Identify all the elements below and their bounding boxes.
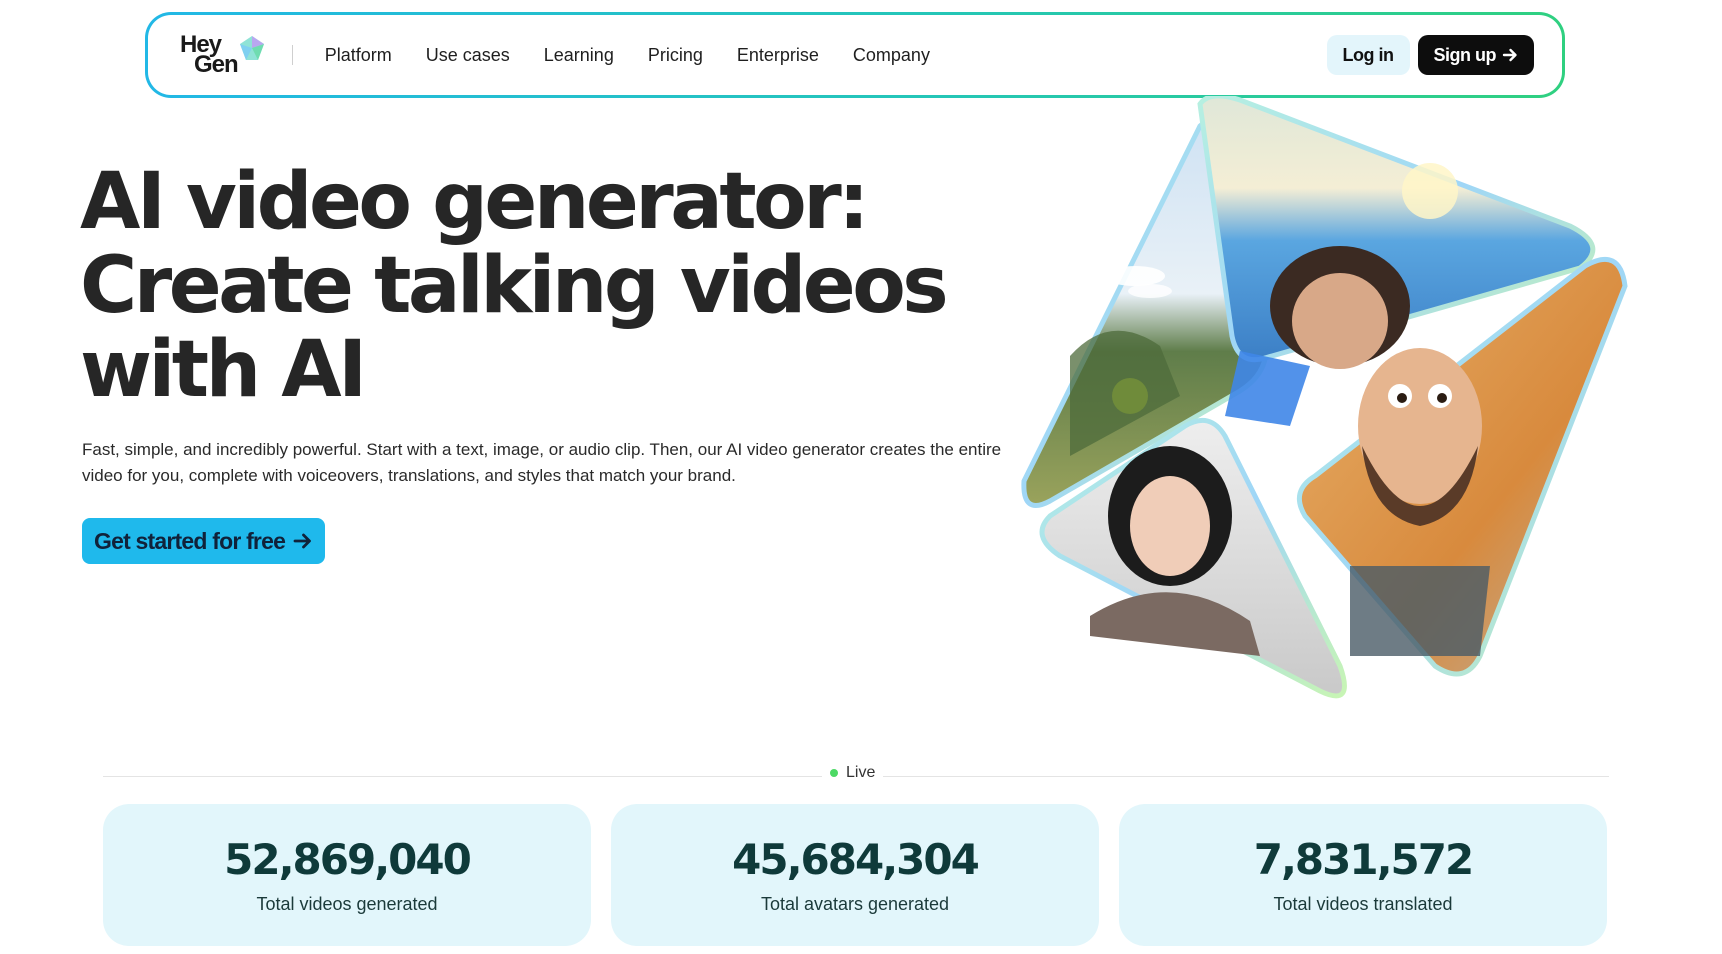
stat-label: Total avatars generated xyxy=(760,894,950,914)
nav-link-pricing[interactable]: Pricing xyxy=(631,45,720,66)
nav-links: Platform Use cases Learning Pricing Ente… xyxy=(325,45,947,66)
stat-value: 52,869,040 xyxy=(224,835,472,884)
hero-title-line-1: AI video generator: xyxy=(80,157,869,247)
login-button[interactable]: Log in xyxy=(1326,35,1410,75)
hero-title-line-2: Create talking videos xyxy=(80,241,949,331)
heygen-logo[interactable]: Hey Gen xyxy=(180,33,266,78)
nav-link-platform[interactable]: Platform xyxy=(325,45,409,66)
nav-link-enterprise[interactable]: Enterprise xyxy=(720,45,836,66)
stat-value: 45,684,304 xyxy=(732,835,980,884)
get-started-button[interactable]: Get started for free xyxy=(82,518,326,564)
signup-button[interactable]: Sign up xyxy=(1417,35,1534,75)
hero-avatar-collage xyxy=(1021,96,1628,699)
logo-gem-icon xyxy=(239,36,264,60)
stat-label: Total videos translated xyxy=(1273,894,1453,914)
nav-link-learning[interactable]: Learning xyxy=(527,45,631,66)
nav-actions: Log in Sign up xyxy=(1326,35,1534,75)
live-dot-icon xyxy=(830,769,838,777)
stat-card-avatars-generated: 45,684,304 Total avatars generated xyxy=(611,804,1099,946)
center-blue-core xyxy=(1225,351,1310,426)
nav-divider xyxy=(291,45,293,65)
stat-card-videos-translated: 7,831,572 Total videos translated xyxy=(1119,804,1607,946)
nav-link-company[interactable]: Company xyxy=(836,45,947,66)
arrow-right-icon xyxy=(293,533,311,549)
stats-row: 52,869,040 Total videos generated 45,684… xyxy=(103,804,1607,946)
live-label: Live xyxy=(846,764,876,781)
hero-title: AI video generator: Create talking video… xyxy=(80,160,980,412)
signup-label: Sign up xyxy=(1433,44,1497,65)
logo-line-2: Gen xyxy=(194,51,239,78)
get-started-label: Get started for free xyxy=(94,527,286,554)
nav-link-use-cases[interactable]: Use cases xyxy=(409,45,527,66)
stat-card-videos-generated: 52,869,040 Total videos generated xyxy=(103,804,591,946)
stat-value: 7,831,572 xyxy=(1253,835,1474,884)
live-indicator: Live xyxy=(822,764,884,782)
top-navigation: Hey Gen Platform Use cases Learning Pric… xyxy=(145,12,1565,98)
hero-subtitle: Fast, simple, and incredibly powerful. S… xyxy=(82,440,1002,485)
nav-bar: Hey Gen Platform Use cases Learning Pric… xyxy=(148,15,1562,95)
stat-label: Total videos generated xyxy=(256,894,438,914)
hero-title-line-3: with AI xyxy=(80,325,367,415)
arrow-right-icon xyxy=(1502,48,1517,62)
